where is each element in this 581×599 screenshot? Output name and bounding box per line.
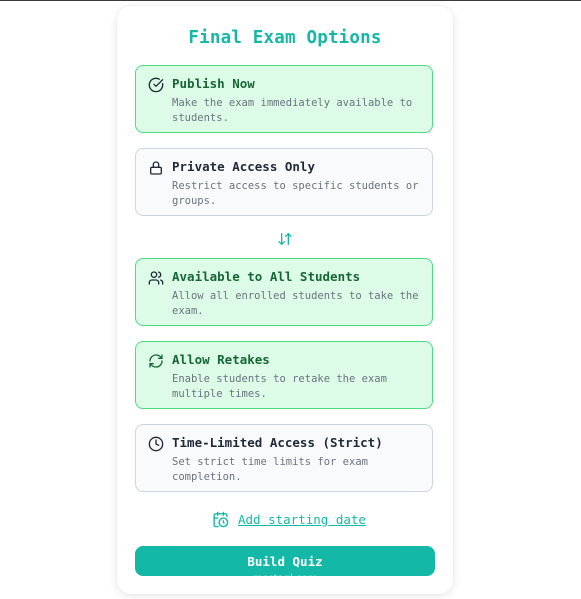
option-title: Private Access Only xyxy=(172,159,315,174)
option-description: Set strict time limits for exam completi… xyxy=(172,456,368,483)
option-description: Enable students to retake the exam multi… xyxy=(172,373,387,400)
option-description: Allow all enrolled students to take the … xyxy=(172,290,419,317)
option-private-access[interactable]: Private Access Only Restrict access to s… xyxy=(135,148,433,216)
option-allow-retakes[interactable]: Allow Retakes Enable students to retake … xyxy=(135,341,433,409)
users-icon xyxy=(148,271,164,285)
option-description: Make the exam immediately available to s… xyxy=(172,97,413,124)
refresh-icon xyxy=(149,354,163,368)
option-all-students[interactable]: Available to All Students Allow all enro… xyxy=(135,258,433,326)
clock-icon xyxy=(148,436,164,452)
option-description: Restrict access to specific students or … xyxy=(172,180,419,207)
swap-vertical-icon[interactable] xyxy=(277,231,293,247)
add-starting-date-label[interactable]: Add starting date xyxy=(238,512,366,527)
option-title: Publish Now xyxy=(172,76,255,91)
lock-icon xyxy=(150,161,162,175)
page-title: Final Exam Options xyxy=(188,28,382,48)
option-title: Time-Limited Access (Strict) xyxy=(172,435,383,450)
calendar-clock-icon xyxy=(213,511,229,527)
option-publish-now[interactable]: Publish Now Make the exam immediately av… xyxy=(135,65,433,133)
build-quiz-button[interactable]: Build Quiz xyxy=(135,546,435,576)
check-circle-icon xyxy=(148,77,164,93)
watermark: mostaql.com xyxy=(252,573,318,584)
exam-options-card: Final Exam Options Publish Now Make the … xyxy=(117,6,453,594)
top-border xyxy=(0,0,581,1)
option-time-limited[interactable]: Time-Limited Access (Strict) Set strict … xyxy=(135,424,433,492)
option-title: Available to All Students xyxy=(172,269,361,284)
add-starting-date-link[interactable]: Add starting date xyxy=(212,510,366,528)
option-title: Allow Retakes xyxy=(172,352,270,367)
